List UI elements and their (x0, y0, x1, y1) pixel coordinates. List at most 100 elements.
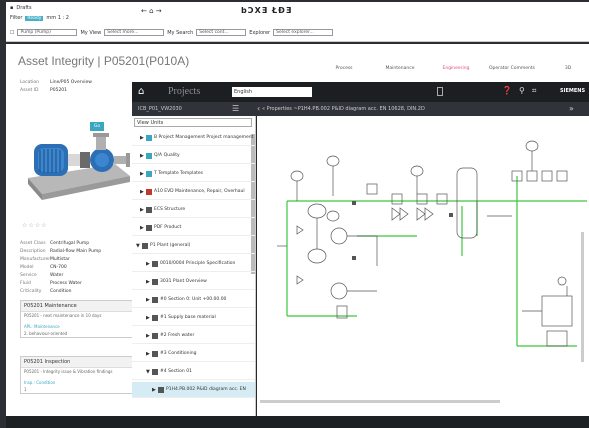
tab-operator-comments[interactable]: Operator Comments (484, 66, 540, 73)
app-frame: ▪ Drafts Filter Ready mm 1 : 2 ☐ Pump (P… (0, 0, 589, 428)
collapse-right-icon[interactable]: » (569, 104, 574, 113)
field-row: Description Radial-flow Main Pump (20, 249, 135, 254)
field-key: Asset ID (20, 88, 39, 93)
tree-node[interactable]: ▶ 0010/0004 Principle Specification (132, 256, 255, 272)
scale-label: mm 1 : 2 (46, 15, 69, 21)
section-tabs: Process Maintenance Engineering Operator… (316, 66, 589, 73)
brand-logo: SIEMENS (560, 88, 586, 94)
field-key: Manufacturer (20, 257, 51, 262)
tree-node[interactable]: ▶ #1 Supply base material (132, 310, 255, 326)
tree-node-label: #4 Section 01 (160, 369, 192, 374)
tree-node[interactable]: ▶ ECS Structure (132, 202, 255, 218)
toolbar-row-2: Filter Ready mm 1 : 2 (10, 15, 69, 21)
node-type-icon (152, 314, 158, 321)
open-3d-button[interactable]: Go (90, 122, 104, 131)
tree-node-label: ECS Structure (154, 207, 186, 212)
search-select[interactable]: Select cont... (196, 29, 247, 36)
field-key: Criticality (20, 289, 42, 294)
field-row: Asset Class Centrifugal Pump (20, 241, 135, 246)
tree-node-label: #2 Fresh water (160, 333, 195, 338)
tree-node[interactable]: ▼ P1 Plant (general) (132, 238, 255, 254)
tree-node-label: 3031 Plant Overview (160, 279, 207, 284)
tab-process[interactable]: Process (316, 66, 372, 73)
card-link[interactable]: Insp.: Condition (21, 379, 134, 386)
view-select[interactable]: Select more... (104, 29, 165, 36)
menu-icon[interactable]: ▪ (10, 5, 13, 11)
inspection-card[interactable]: P05201 Inspection P05201 - Integrity iss… (20, 356, 135, 394)
properties-breadcrumb[interactable]: « Properties ~P1H4.PB.002 P&ID diagram a… (262, 106, 425, 112)
asset-properties: Asset Class Centrifugal Pump Description R… (20, 241, 135, 297)
tree-node[interactable]: ▶ #2 Fresh water (132, 328, 255, 344)
viewer-header: ⌂ Projects English ❓⚲⌗ SIEMENS (132, 82, 589, 102)
node-type-icon (152, 332, 158, 339)
tree-node[interactable]: ▶ T Template Templates (132, 166, 255, 182)
field-value: P05201 (50, 88, 68, 93)
tab-maintenance[interactable]: Maintenance (372, 66, 428, 73)
diagram-v-scrollbar[interactable] (581, 232, 584, 362)
node-type-icon (146, 170, 152, 177)
explorer-label: Explorer (249, 29, 271, 36)
app-logo: bƆXƎ ŁĐƎ (241, 6, 293, 15)
header-icons[interactable]: ❓⚲⌗ (502, 86, 543, 96)
filter-label[interactable]: Filter (10, 15, 22, 21)
field-value: Line/P05 Overview (50, 80, 92, 85)
view-units-select[interactable]: View Units (134, 118, 252, 127)
field-row: Model CN-700 (20, 265, 135, 270)
node-type-icon (146, 134, 152, 141)
tree-node-label: PDF Product (154, 225, 182, 230)
card-sub: 2. behaviour-oriented (24, 331, 68, 336)
top-toolbar: ▪ Drafts Filter Ready mm 1 : 2 ☐ Pump (P… (6, 2, 589, 42)
pump-image (28, 133, 130, 200)
node-type-icon (146, 188, 152, 195)
rating-stars[interactable]: ☆☆☆☆ (22, 222, 48, 229)
maintenance-card[interactable]: P05201 Maintenance P05201 - next mainten… (20, 300, 135, 338)
language-select[interactable]: English (232, 87, 312, 97)
diagram-h-scrollbar[interactable] (260, 400, 500, 403)
card-link[interactable]: APL: Maintenance (21, 323, 134, 330)
document-icon[interactable] (437, 87, 443, 96)
tree-node[interactable]: ▶ P1H4.PB.002 P&ID diagram acc. EN (132, 382, 255, 398)
my-search-label: My Search (167, 29, 194, 36)
tree-node[interactable]: ▶ A10 EVD Maintenance, Repair, Overhaul (132, 184, 255, 200)
tree-node[interactable]: ▶ 3031 Plant Overview (132, 274, 255, 290)
pid-diagram[interactable] (257, 116, 589, 416)
card-title: P05201 Inspection (21, 357, 134, 368)
card-title: P05201 Maintenance (21, 301, 134, 312)
chevron-down-icon[interactable]: ‹ (257, 104, 260, 113)
asset-info-panel: Location Line/P05 Overview Asset ID P05201 (20, 80, 135, 394)
field-row: Asset ID P05201 (20, 88, 135, 93)
field-row: Service Water (20, 273, 135, 278)
tab-3d[interactable]: 3D (540, 66, 589, 73)
tree-node[interactable]: ▶ #0 Section 0: Unit +00.00.00 (132, 292, 255, 308)
node-type-icon (152, 278, 158, 285)
tree-node[interactable]: ▶ Q/A Quality (132, 148, 255, 164)
nav-arrows[interactable]: ← ⌂ → (141, 7, 162, 15)
asset-select[interactable]: Pump (Pump) (17, 29, 78, 36)
field-key: Description (20, 249, 46, 254)
checkbox-icon[interactable]: ☐ (10, 30, 14, 36)
explorer-select[interactable]: Select explorer... (273, 29, 334, 36)
tab-engineering[interactable]: Engineering (428, 66, 484, 73)
home-icon[interactable]: ⌂ (138, 86, 144, 97)
drafts-label[interactable]: Drafts (16, 5, 31, 11)
tree-node-label: P1H4.PB.002 P&ID diagram acc. EN (166, 387, 246, 392)
tree-node[interactable]: ▶ B Project Management Project management (132, 130, 255, 146)
field-value: Process Water (50, 281, 82, 286)
node-type-icon (146, 152, 152, 159)
field-key: Service (20, 273, 37, 278)
project-tree: View Units ▶ B Project Management Project… (132, 116, 256, 416)
field-value: Multistar (50, 257, 70, 262)
field-value: Radial-flow Main Pump (50, 249, 102, 254)
project-path: ICB_P01_VW2030 (138, 106, 182, 112)
field-row: Fluid Process Water (20, 281, 135, 286)
pid-viewer: ⌂ Projects English ❓⚲⌗ SIEMENS ICB_P01_V… (132, 82, 589, 416)
status-chip[interactable]: Ready (25, 15, 44, 21)
menu-icon[interactable]: ☰ (232, 104, 239, 113)
tree-node[interactable]: ▶ PDF Product (132, 220, 255, 236)
page-title: Asset Integrity | P05201(P010A) (18, 54, 190, 68)
tree-node[interactable]: ▶ #3 Conditioning (132, 346, 255, 362)
node-type-icon (142, 242, 148, 249)
tree-node[interactable]: ▼ #4 Section 01 (132, 364, 255, 380)
card-text: P05201 - next maintenance in 10 days (24, 313, 102, 318)
tree-node-label: 0010/0004 Principle Specification (160, 261, 236, 266)
